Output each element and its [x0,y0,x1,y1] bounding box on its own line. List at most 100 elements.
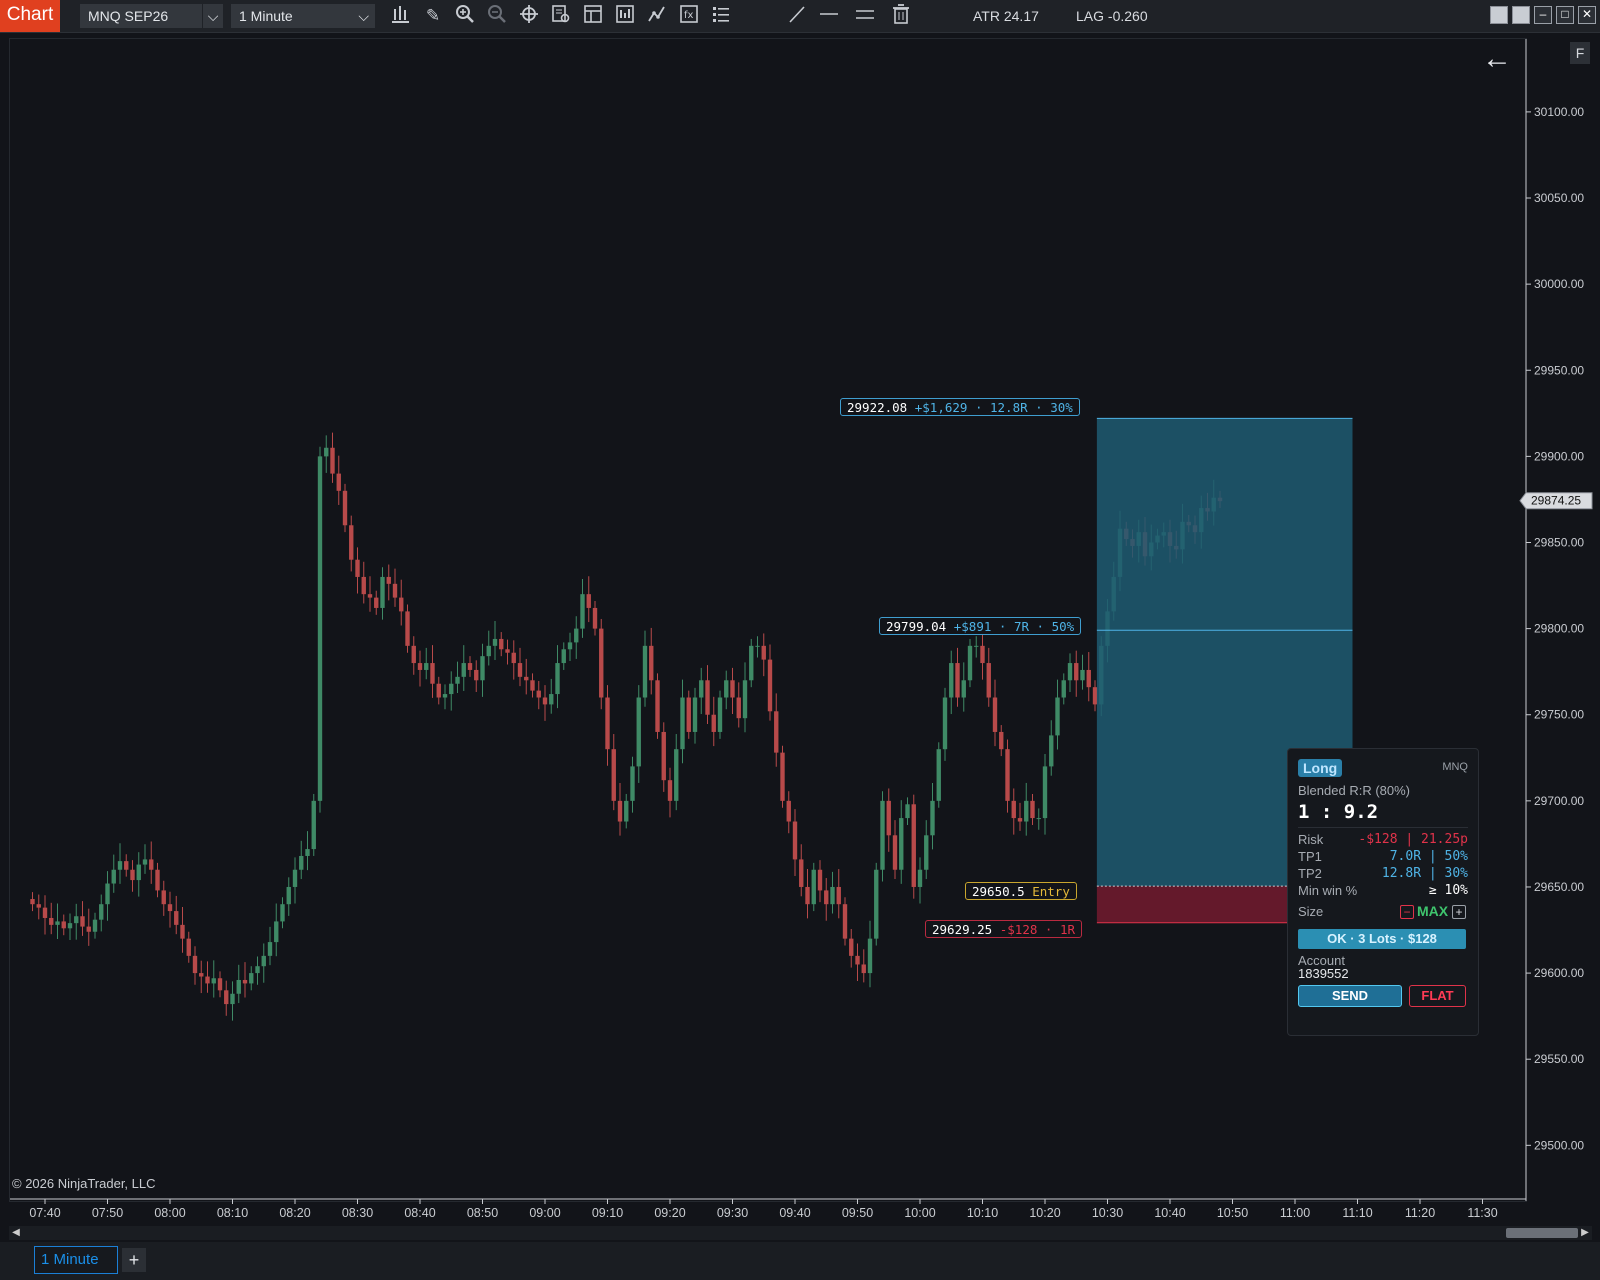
price-tick-label: 29850.00 [1534,535,1584,549]
candle-body [686,697,691,732]
candle-body [517,663,523,677]
entry-detail: Entry [1032,884,1070,899]
candle-body [411,645,416,664]
size-minus-button[interactable]: − [1400,905,1414,919]
candle-body [817,869,823,891]
add-tab-button[interactable]: + [122,1248,146,1272]
candle-body [267,942,273,956]
candle-body [455,676,460,684]
candle-body [874,869,879,939]
price-tick-label: 30050.00 [1534,191,1584,205]
candle-body [1030,800,1035,819]
tp1-pct: 50% [1444,849,1468,864]
size-plus-button[interactable]: + [1452,905,1466,919]
minimize-icon[interactable]: – [1534,6,1552,24]
data-box-icon[interactable] [548,3,574,29]
candle-body [530,680,535,691]
list-icon[interactable] [708,3,734,29]
candle-body [374,597,379,608]
side-badge[interactable]: Long [1298,759,1343,777]
stop-price-label[interactable]: 29629.25 -$128 · 1R [925,920,1083,938]
candle-body [336,473,341,491]
candle-body [905,804,910,819]
draw-line-icon[interactable] [784,3,810,29]
flat-button[interactable]: FLAT [1409,985,1466,1007]
candle-body [161,890,166,905]
chart-tab-bar: 1 Minute + [0,1242,1600,1280]
candle-body [930,800,935,836]
candle-body [242,979,248,984]
candle-body [549,694,554,705]
candle-body [386,576,391,584]
candle-body [811,869,816,905]
candle-body [192,955,198,974]
scroll-thumb[interactable] [1506,1228,1578,1238]
tab-1-minute[interactable]: 1 Minute [34,1246,118,1274]
candle-body [992,697,998,732]
candle-body [661,731,666,781]
candle-body [292,869,298,887]
window-tile2-icon[interactable] [1512,6,1530,24]
candle-body [311,800,316,850]
pencil-icon[interactable]: ✎ [420,3,446,29]
candle-body [305,849,310,856]
price-tick-label: 29550.00 [1534,1052,1584,1066]
price-tick-label: 29750.00 [1534,708,1584,722]
candle-body [861,964,866,974]
lag-readout: LAG -0.260 [1076,8,1148,24]
candle-body [442,694,448,698]
candle-body [317,456,323,801]
candle-body [780,752,785,801]
interval-selector[interactable]: 1 Minute ⌵ [231,4,375,28]
candle-body [705,680,710,715]
candle-body [155,869,160,891]
candle-body [899,818,904,870]
bars-type-icon[interactable] [388,3,414,29]
trash-icon[interactable] [888,3,914,29]
risk-label: Risk [1298,832,1324,847]
candle-body [842,904,848,939]
account-value[interactable]: 1839552 [1298,966,1468,981]
price-chart[interactable]: 30100.00 30050.00 30000.00 29950.00 29900.00… [10,39,1600,1239]
indicators-icon[interactable]: fx [676,3,702,29]
time-tick-label: 09:30 [717,1206,748,1220]
templates-icon[interactable] [612,3,638,29]
scroll-left-icon[interactable]: ◀ [9,1226,23,1240]
price-tick-label: 30100.00 [1534,105,1584,119]
horizontal-scrollbar[interactable]: ◀ ▶ [9,1226,1592,1240]
instrument-selector[interactable]: MNQ SEP26 [80,4,202,28]
maximize-icon[interactable]: □ [1556,6,1574,24]
candle-body [355,559,360,577]
properties-icon[interactable] [580,3,606,29]
zoom-in-icon[interactable] [452,3,478,29]
candle-body [392,583,398,598]
close-icon[interactable]: ✕ [1578,6,1596,24]
back-arrow-icon[interactable]: ← [1482,44,1516,74]
zoom-out-icon[interactable] [484,3,510,29]
time-tick-label: 09:00 [529,1206,560,1220]
entry-price-label[interactable]: 29650.5 Entry [965,882,1077,900]
candle-body [680,697,685,750]
candle-body [1074,663,1079,681]
candle-body [124,861,129,870]
tp1-detail: +$891 · 7R · 50% [953,619,1075,634]
time-tick-label: 08:40 [404,1206,435,1220]
crosshair-icon[interactable] [516,3,542,29]
risk-points: 21.25p [1421,832,1468,847]
chart-window-tab[interactable]: Chart [0,0,60,32]
scroll-right-icon[interactable]: ▶ [1578,1226,1592,1240]
candle-body [405,611,410,646]
instrument-dropdown-chevron-icon[interactable]: ⌵ [203,4,223,28]
candle-body [174,911,179,925]
tp2-price-label[interactable]: 29922.08 +$1,629 · 12.8R · 30% [840,398,1080,416]
send-button[interactable]: SEND [1298,985,1402,1007]
candle-body [717,697,723,732]
strategies-icon[interactable] [644,3,670,29]
window-tile-icon[interactable] [1490,6,1508,24]
tp1-price-label[interactable]: 29799.04 +$891 · 7R · 50% [879,617,1082,635]
candle-body [224,990,229,1005]
f-button[interactable]: F [1570,42,1590,64]
horizontal-line-icon[interactable] [816,3,842,29]
double-line-icon[interactable] [852,3,878,29]
size-label: Size [1298,904,1324,919]
